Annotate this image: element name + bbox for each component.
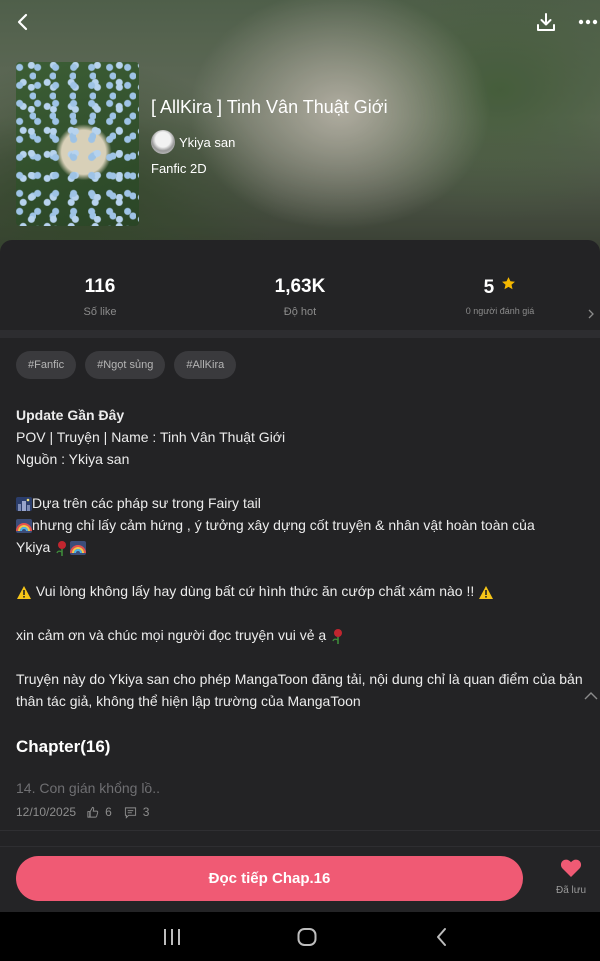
back-icon: [17, 13, 28, 31]
chapter-meta: 12/10/2025 6 3: [16, 805, 149, 819]
warning-icon: [479, 585, 494, 599]
saved-button[interactable]: Đã lưu: [548, 858, 594, 896]
author-avatar[interactable]: [151, 130, 175, 154]
tag-ngot-sung[interactable]: #Ngọt sủng: [85, 351, 166, 379]
author-name[interactable]: Ykiya san: [179, 135, 235, 150]
night-city-icon: [16, 497, 32, 512]
back-button[interactable]: [7, 6, 39, 38]
heart-icon: [560, 859, 582, 877]
rating-label: 0 người đánh giá: [465, 306, 535, 316]
stat-rating[interactable]: 5 0 người đánh giá: [400, 262, 600, 330]
thanks-text: xin cảm ơn và chúc mọi người đọc truyện …: [16, 627, 327, 643]
rose-icon: [56, 541, 67, 557]
likes-count: 116: [84, 276, 116, 297]
continue-reading-button[interactable]: Đọc tiếp Chap.16: [16, 856, 523, 901]
description-line: POV | Truyện | Name : Tinh Vân Thuật Giớ…: [16, 429, 286, 445]
description[interactable]: Update Gần Đây POV | Truyện | Name : Tin…: [16, 404, 588, 712]
rating-value-row: 5: [400, 276, 600, 299]
tag-list: #Fanfic #Ngọt sủng #AllKira: [16, 351, 237, 379]
chapter-divider: [0, 830, 600, 831]
description-line: nhưng chỉ lấy cảm hứng , ý tưởng xây dựn…: [32, 517, 535, 533]
author-row[interactable]: Ykiya san: [151, 130, 235, 154]
rainbow-icon: [16, 519, 32, 534]
description-line: Ykiya: [16, 539, 51, 555]
rose-icon: [332, 629, 343, 645]
description-paragraph: Dựa trên các pháp sư trong Fairy tail nh…: [16, 492, 588, 558]
chapter-comments: 3: [142, 805, 150, 819]
hot-count: 1,63K: [274, 276, 326, 297]
chevron-right-icon: [588, 309, 594, 319]
likes-label: Số like: [83, 306, 117, 318]
comment-icon: [124, 806, 136, 819]
description-line: Nguồn : Ykiya san: [16, 451, 130, 467]
chapter-likes: 6: [105, 805, 112, 819]
chapter-title[interactable]: 14. Con gián khổng lồ..: [16, 780, 160, 796]
download-icon: [537, 13, 555, 31]
book-genre: Fanfic 2D: [151, 161, 207, 176]
warning-line: Vui lòng không lấy hay dùng bất cứ hình …: [16, 580, 588, 602]
recents-button[interactable]: [159, 924, 185, 950]
warning-text: Vui lòng không lấy hay dùng bất cứ hình …: [35, 583, 475, 599]
saved-label: Đã lưu: [555, 885, 587, 896]
book-cover[interactable]: [16, 62, 139, 226]
star-icon: [502, 277, 516, 290]
like-icon: [87, 806, 99, 818]
rating-value: 5: [483, 277, 495, 298]
disclaimer: Truyện này do Ykiya san cho phép MangaTo…: [16, 671, 583, 709]
warning-icon: [17, 585, 31, 599]
system-navigation-bar: [0, 912, 600, 961]
book-title: [ AllKira ] Tinh Vân Thuật Giới: [151, 97, 388, 117]
chevron-up-icon: [584, 692, 598, 700]
rainbow-icon: [70, 541, 87, 556]
description-heading: Update Gần Đây: [16, 407, 125, 423]
stats-separator: [0, 330, 600, 338]
tag-fanfic[interactable]: #Fanfic: [16, 351, 77, 379]
download-button[interactable]: [530, 6, 562, 38]
collapse-button[interactable]: [584, 688, 598, 706]
more-icon: [578, 19, 598, 25]
more-button[interactable]: [572, 6, 600, 38]
home-button[interactable]: [294, 924, 320, 950]
back-icon: [437, 928, 446, 946]
chapter-date: 12/10/2025: [16, 805, 77, 819]
thanks-line: xin cảm ơn và chúc mọi người đọc truyện …: [16, 624, 588, 646]
system-back-button[interactable]: [429, 924, 455, 950]
tag-allkira[interactable]: #AllKira: [174, 351, 237, 379]
chapters-heading[interactable]: Chapter(16): [16, 737, 110, 757]
home-icon: [297, 928, 317, 946]
recents-icon: [164, 929, 180, 945]
description-line: Dựa trên các pháp sư trong Fairy tail: [32, 495, 261, 511]
stat-hot: 1,63K Độ hot: [200, 262, 400, 330]
stats-row: 116 Số like 1,63K Độ hot 5 0 người đánh …: [0, 262, 600, 330]
hot-label: Độ hot: [283, 306, 317, 318]
stat-likes: 116 Số like: [0, 262, 200, 330]
